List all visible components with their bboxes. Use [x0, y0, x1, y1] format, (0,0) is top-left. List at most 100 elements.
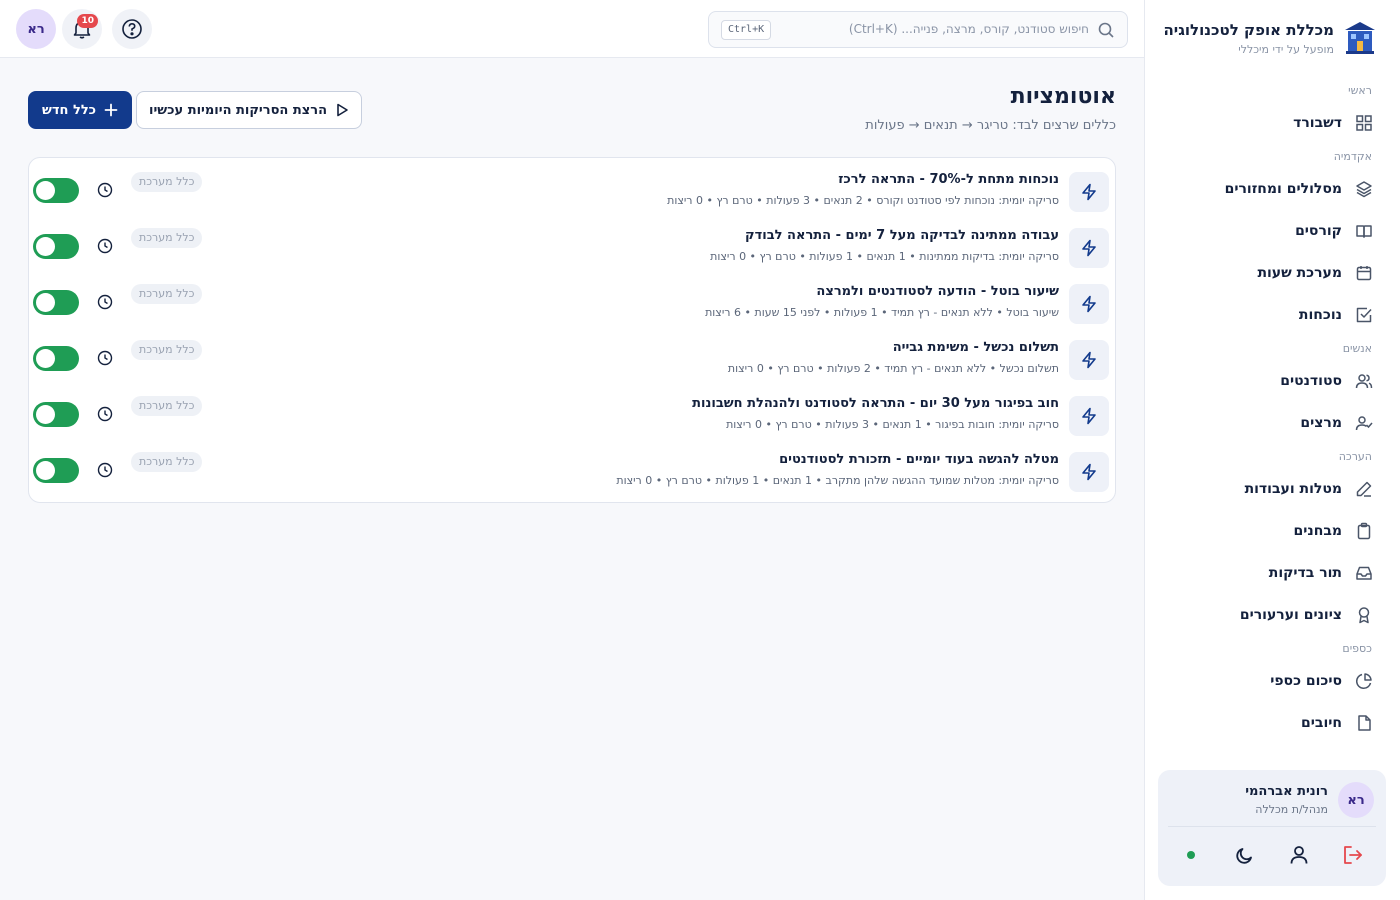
sidebar-item-label: חיובים	[1301, 715, 1342, 731]
rule-title[interactable]: תשלום נכשל - משימת גבייה	[893, 340, 1059, 355]
sidebar-item-charges[interactable]: חיובים	[1144, 702, 1400, 744]
sidebar-item-schedule[interactable]: מערכת שעות	[1144, 252, 1400, 294]
sidebar-item-assignments[interactable]: מטלות ועבודות	[1144, 468, 1400, 510]
sidebar-item-label: ציונים וערעורים	[1239, 607, 1342, 623]
system-rule-badge: כלל מערכת	[131, 396, 203, 416]
nav-section-academy: אקדמיה	[1333, 150, 1372, 163]
divider	[1168, 826, 1376, 827]
sidebar-item-lecturers[interactable]: מרצים	[1144, 402, 1400, 444]
lightning-icon	[1069, 172, 1109, 212]
brand[interactable]: מכללת אופק לטכנולוגיה מופעל על ידי מיכלל…	[1161, 18, 1376, 62]
topbar: חיפוש סטודנט, קורס, מרצה, פנייה... (Ctrl…	[0, 0, 1144, 58]
list-item[interactable]: עבודה ממתינה לבדיקה מעל 7 ימים - התראה ל…	[29, 214, 1115, 270]
notifications-button[interactable]: 10	[62, 9, 102, 49]
calendar-icon	[1354, 263, 1374, 283]
user-icon	[1290, 846, 1308, 864]
clock-icon	[97, 238, 113, 254]
sidebar-item-label: תור בדיקות	[1268, 565, 1342, 581]
rule-enabled-toggle[interactable]	[33, 346, 79, 371]
notification-count-badge: 10	[77, 14, 98, 28]
profile-button[interactable]	[1286, 842, 1312, 868]
rule-title[interactable]: נוכחות מתחת ל-70% - התראה לרכז	[838, 172, 1059, 187]
clock-icon	[97, 406, 113, 422]
sidebar-item-programs[interactable]: מסלולים ומחזורים	[1144, 168, 1400, 210]
clock-icon	[97, 350, 113, 366]
help-icon	[122, 19, 142, 39]
sidebar-item-label: סיכום כספי	[1270, 673, 1342, 689]
avatar[interactable]: רא	[1338, 782, 1374, 818]
rule-title[interactable]: שיעור בוטל - הודעה לסטודנטים ולמרצה	[816, 284, 1059, 299]
search-input[interactable]: חיפוש סטודנט, קורס, מרצה, פנייה... (Ctrl…	[708, 11, 1128, 48]
sidebar-nav: ראשי דשבורד אקדמיה מסלולים ומחזורים קורס…	[1144, 78, 1400, 768]
search-icon	[1098, 22, 1114, 38]
lightning-icon	[1069, 228, 1109, 268]
lightning-icon	[1069, 340, 1109, 380]
user-card: רא רונית אברהמי מנהל/ת מכללה	[1158, 770, 1386, 886]
checkbox-icon	[1354, 305, 1374, 325]
list-item[interactable]: חוב בפיגור מעל 30 יום - התראה לסטודנט ול…	[29, 382, 1115, 438]
users-icon	[1354, 371, 1374, 391]
run-daily-scans-label: הרצת הסריקות היומיות עכשיו	[149, 102, 328, 118]
sidebar-item-review-queue[interactable]: תור בדיקות	[1144, 552, 1400, 594]
rule-enabled-toggle[interactable]	[33, 402, 79, 427]
list-item[interactable]: מטלה להגשה בעוד יומיים - תזכורת לסטודנטי…	[29, 438, 1115, 494]
inbox-icon	[1354, 563, 1374, 583]
rule-enabled-toggle[interactable]	[33, 234, 79, 259]
avatar[interactable]: רא	[16, 9, 56, 49]
list-item[interactable]: שיעור בוטל - הודעה לסטודנטים ולמרצה שיעו…	[29, 270, 1115, 326]
help-button[interactable]	[112, 9, 152, 49]
nav-section-finance: כספים	[1342, 642, 1372, 655]
nav-section-people: אנשים	[1342, 342, 1372, 355]
user-role: מנהל/ת מכללה	[1255, 803, 1328, 816]
page-subtitle: כללים שרצים לבד: טריגר → תנאים → פעולות	[865, 118, 1116, 133]
system-rule-badge: כלל מערכת	[131, 452, 203, 472]
sidebar-item-label: דשבורד	[1293, 115, 1342, 131]
sidebar-item-students[interactable]: סטודנטים	[1144, 360, 1400, 402]
plus-icon	[104, 103, 118, 117]
system-rule-badge: כלל מערכת	[131, 340, 203, 360]
layers-icon	[1354, 179, 1374, 199]
sidebar-item-finance-summary[interactable]: סיכום כספי	[1144, 660, 1400, 702]
nav-section-main: ראשי	[1348, 84, 1372, 97]
rule-title[interactable]: חוב בפיגור מעל 30 יום - התראה לסטודנט ול…	[692, 396, 1059, 411]
sidebar-item-attendance[interactable]: נוכחות	[1144, 294, 1400, 336]
sidebar-item-label: מסלולים ומחזורים	[1224, 181, 1342, 197]
list-item[interactable]: נוכחות מתחת ל-70% - התראה לרכז סריקה יומ…	[29, 158, 1115, 214]
brand-subtitle: מופעל על ידי מיכללי	[1238, 43, 1334, 56]
run-daily-scans-button[interactable]: הרצת הסריקות היומיות עכשיו	[136, 91, 363, 129]
rule-title[interactable]: מטלה להגשה בעוד יומיים - תזכורת לסטודנטי…	[779, 452, 1059, 467]
pencil-icon	[1354, 479, 1374, 499]
sidebar-item-label: מבחנים	[1293, 523, 1342, 539]
sidebar-item-dashboard[interactable]: דשבורד	[1144, 102, 1400, 144]
rule-meta: סריקה יומית: בדיקות ממתינות • 1 תנאים • …	[710, 250, 1059, 263]
automation-rules-list: נוכחות מתחת ל-70% - התראה לרכז סריקה יומ…	[28, 157, 1116, 503]
online-dot	[1187, 851, 1195, 859]
sidebar-item-exams[interactable]: מבחנים	[1144, 510, 1400, 552]
sidebar-item-label: סטודנטים	[1280, 373, 1342, 389]
sidebar-item-label: מערכת שעות	[1257, 265, 1342, 281]
book-icon	[1354, 221, 1374, 241]
sidebar-item-grades[interactable]: ציונים וערעורים	[1144, 594, 1400, 636]
clock-icon	[97, 462, 113, 478]
sidebar-item-label: מטלות ועבודות	[1244, 481, 1342, 497]
new-rule-button[interactable]: כלל חדש	[28, 91, 133, 129]
shortcut-hint: Ctrl+K	[721, 20, 772, 40]
theme-toggle-button[interactable]	[1232, 842, 1258, 868]
sidebar-item-label: קורסים	[1295, 223, 1342, 239]
grid-icon	[1354, 113, 1374, 133]
rule-title[interactable]: עבודה ממתינה לבדיקה מעל 7 ימים - התראה ל…	[745, 228, 1059, 243]
rule-enabled-toggle[interactable]	[33, 178, 79, 203]
rule-enabled-toggle[interactable]	[33, 290, 79, 315]
rule-enabled-toggle[interactable]	[33, 458, 79, 483]
lightning-icon	[1069, 284, 1109, 324]
play-icon	[337, 103, 348, 117]
sidebar-item-courses[interactable]: קורסים	[1144, 210, 1400, 252]
list-item[interactable]: תשלום נכשל - משימת גבייה תשלום נכשל • לל…	[29, 326, 1115, 382]
moon-icon	[1236, 848, 1252, 864]
page-title: אוטומציות	[1010, 84, 1116, 109]
logout-button[interactable]	[1340, 842, 1366, 868]
new-rule-label: כלל חדש	[42, 102, 97, 118]
system-rule-badge: כלל מערכת	[131, 172, 203, 192]
brand-title: מכללת אופק לטכנולוגיה	[1163, 21, 1334, 39]
sidebar: מכללת אופק לטכנולוגיה מופעל על ידי מיכלל…	[1144, 0, 1400, 900]
